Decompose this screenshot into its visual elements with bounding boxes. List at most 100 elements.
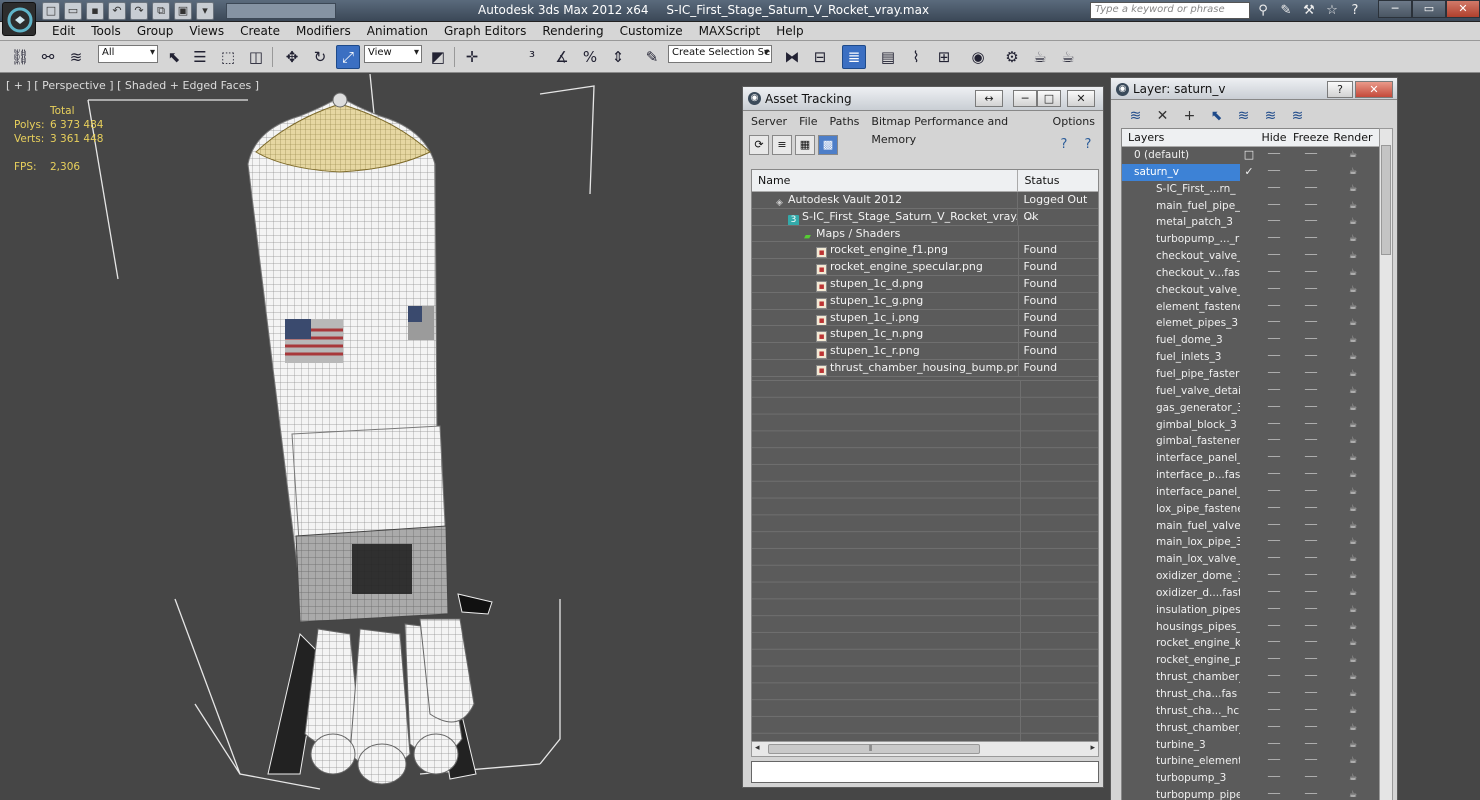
hide-all-layers-icon[interactable]: ≋ — [1260, 106, 1281, 127]
freeze-toggle[interactable]: ── — [1290, 231, 1332, 248]
percent-snap-icon[interactable]: % — [578, 45, 602, 69]
horizontal-scrollbar[interactable]: ◂ ⦀ ▸ — [751, 741, 1099, 757]
layer-name[interactable]: main_fuel_pipe_ — [1122, 198, 1240, 215]
render-teapot-icon[interactable]: ☕ — [1332, 315, 1374, 332]
freeze-toggle[interactable]: ── — [1290, 753, 1332, 770]
hide-toggle[interactable]: ── — [1258, 315, 1290, 332]
layer-name[interactable]: oxidizer_d....fast — [1122, 585, 1240, 602]
layer-row[interactable]: main_lox_pipe_3 ── ── ☕ — [1122, 534, 1382, 551]
layer-current-toggle-icon[interactable]: □ — [1240, 147, 1258, 164]
table-row[interactable]: ▪ stupen_1c_n.png Found — [752, 326, 1098, 344]
layer-row[interactable]: interface_p...fas ── ── ☕ — [1122, 467, 1382, 484]
hide-toggle[interactable]: ── — [1258, 214, 1290, 231]
layer-name[interactable]: S-IC_First_...rn_ — [1122, 181, 1240, 198]
layer-name[interactable]: checkout_valve_ — [1122, 282, 1240, 299]
layer-manager-icon[interactable]: ≣ — [842, 45, 866, 69]
hide-toggle[interactable]: ── — [1258, 332, 1290, 349]
hide-toggle[interactable]: ── — [1258, 484, 1290, 501]
hide-toggle[interactable]: ── — [1258, 501, 1290, 518]
layer-row[interactable]: saturn_v ✓ ── ── ☕ — [1122, 163, 1382, 181]
table-row[interactable]: ◈ Autodesk Vault 2012 Logged Out ... — [752, 192, 1098, 222]
freeze-toggle[interactable]: ── — [1290, 534, 1332, 551]
layer-name[interactable]: checkout_v...fas — [1122, 265, 1240, 282]
layer-name[interactable]: checkout_valve_ — [1122, 248, 1240, 265]
render-teapot-icon[interactable]: ☕ — [1332, 248, 1374, 265]
freeze-toggle[interactable]: ── — [1290, 433, 1332, 450]
layer-name[interactable]: turbopump_3 — [1122, 770, 1240, 787]
create-layer-icon[interactable]: ≋ — [1125, 106, 1146, 127]
col-name-header[interactable]: Name — [752, 170, 1019, 191]
hide-toggle[interactable]: ── — [1258, 181, 1290, 198]
layer-row[interactable]: turbine_3 ── ── ☕ — [1122, 737, 1382, 754]
render-teapot-icon[interactable]: ☕ — [1332, 467, 1374, 484]
refresh-icon[interactable]: ⟳ — [749, 135, 769, 155]
menu-graph-editors[interactable]: Graph Editors — [436, 24, 534, 40]
layer-row[interactable]: lox_pipe_fastene ── ── ☕ — [1122, 501, 1382, 518]
project-folder-icon[interactable]: ▣ — [174, 2, 192, 20]
layer-row[interactable]: fuel_dome_3 ── ── ☕ — [1122, 332, 1382, 349]
hide-toggle[interactable]: ── — [1258, 518, 1290, 535]
render-teapot-icon[interactable]: ☕ — [1332, 568, 1374, 585]
layer-row[interactable]: elemet_pipes_3 ── ── ☕ — [1122, 315, 1382, 332]
layer-name[interactable]: main_lox_pipe_3 — [1122, 534, 1240, 551]
material-editor-icon[interactable]: ◉ — [966, 45, 990, 69]
close-button[interactable]: ✕ — [1446, 0, 1480, 18]
at-menu-options[interactable]: Options — [1047, 113, 1101, 131]
hide-toggle[interactable]: ── — [1258, 164, 1290, 181]
layer-row[interactable]: main_lox_valve_ ── ── ☕ — [1122, 551, 1382, 568]
table-row[interactable]: ▰ Maps / Shaders — [752, 225, 1098, 243]
hide-toggle[interactable]: ── — [1258, 568, 1290, 585]
angle-snap-icon[interactable]: ∡ — [550, 45, 574, 69]
curve-editor-icon[interactable]: ⌇ — [904, 45, 928, 69]
layer-name[interactable]: interface_panel_ — [1122, 450, 1240, 467]
hide-toggle[interactable]: ── — [1258, 602, 1290, 619]
layer-name[interactable]: main_fuel_valve_ — [1122, 518, 1240, 535]
freeze-toggle[interactable]: ── — [1290, 315, 1332, 332]
layer-name[interactable]: rocket_engine_p — [1122, 652, 1240, 669]
hide-toggle[interactable]: ── — [1258, 686, 1290, 703]
hide-toggle[interactable]: ── — [1258, 534, 1290, 551]
mirror-icon[interactable]: ⧓ — [780, 45, 804, 69]
menu-edit[interactable]: Edit — [44, 24, 83, 40]
schematic-view-icon[interactable]: ⊞ — [932, 45, 956, 69]
layer-row[interactable]: thrust_cha...fas ── ── ☕ — [1122, 686, 1382, 703]
select-by-name-icon[interactable]: ☰ — [188, 45, 212, 69]
table-row[interactable]: ▪ rocket_engine_f1.png Found — [752, 242, 1098, 260]
layer-name[interactable]: turbine_element_ — [1122, 753, 1240, 770]
layer-name[interactable]: interface_panel_ — [1122, 484, 1240, 501]
table-row[interactable]: ▪ rocket_engine_specular.png Found — [752, 259, 1098, 276]
freeze-toggle[interactable]: ── — [1290, 147, 1332, 164]
layer-row[interactable]: gimbal_fasteners ── ── ☕ — [1122, 433, 1382, 450]
hide-toggle[interactable]: ── — [1258, 467, 1290, 484]
render-teapot-icon[interactable]: ☕ — [1332, 669, 1374, 686]
hide-toggle[interactable]: ── — [1258, 635, 1290, 652]
layer-row[interactable]: main_fuel_valve_ ── ── ☕ — [1122, 518, 1382, 535]
col-status-header[interactable]: Status — [1018, 170, 1098, 191]
layer-manager-titlebar[interactable]: ◉ Layer: saturn_v ? ✕ — [1111, 78, 1397, 100]
layer-row[interactable]: thrust_chamber_ ── ── ☕ — [1122, 669, 1382, 686]
layer-row[interactable]: insulation_pipes_ ── ── ☕ — [1122, 602, 1382, 619]
render-teapot-icon[interactable]: ☕ — [1332, 652, 1374, 669]
freeze-all-layers-icon[interactable]: ≋ — [1287, 106, 1308, 127]
scale-icon[interactable]: ⤢ — [336, 45, 360, 69]
col-layers-header[interactable]: Layers — [1122, 129, 1258, 146]
freeze-toggle[interactable]: ── — [1290, 164, 1332, 181]
table-row[interactable]: ▪ thrust_chamber_housing_bump.png Found — [752, 359, 1098, 377]
freeze-toggle[interactable]: ── — [1290, 198, 1332, 215]
layer-row[interactable]: interface_panel_ ── ── ☕ — [1122, 450, 1382, 467]
render-teapot-icon[interactable]: ☕ — [1332, 400, 1374, 417]
unlink-icon[interactable]: ⚯ — [36, 45, 60, 69]
freeze-toggle[interactable]: ── — [1290, 467, 1332, 484]
layer-name[interactable]: thrust_cha...fas — [1122, 686, 1240, 703]
hide-toggle[interactable]: ── — [1258, 450, 1290, 467]
thumbnail-view-icon[interactable]: ▦ — [795, 135, 815, 155]
hide-toggle[interactable]: ── — [1258, 231, 1290, 248]
viewport-label[interactable]: [ + ] [ Perspective ] [ Shaded + Edged F… — [6, 79, 259, 92]
ref-coord-select[interactable]: View — [364, 45, 422, 63]
layer-name[interactable]: interface_p...fas — [1122, 467, 1240, 484]
freeze-toggle[interactable]: ── — [1290, 383, 1332, 400]
at-menu-server[interactable]: Server — [745, 113, 793, 131]
asset-path-field[interactable] — [751, 761, 1099, 783]
list-view-icon[interactable]: ≡ — [772, 135, 792, 155]
render-teapot-icon[interactable]: ☕ — [1332, 417, 1374, 434]
